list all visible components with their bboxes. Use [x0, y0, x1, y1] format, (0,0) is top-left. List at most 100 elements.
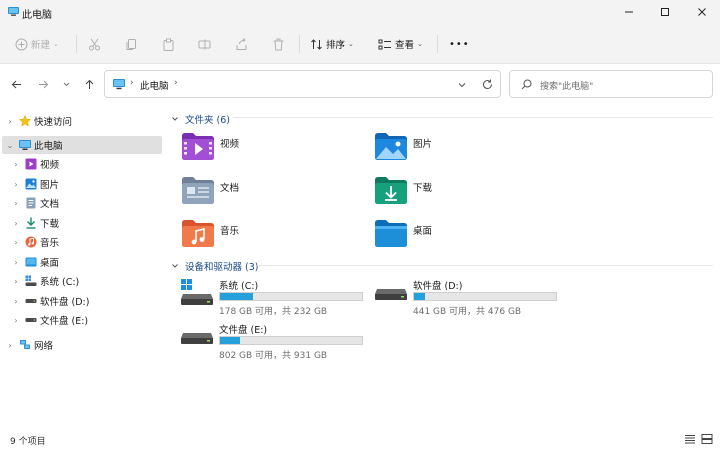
window-title: 此电脑 [22, 10, 52, 21]
plus-circle-icon [15, 38, 28, 50]
sidebar-item-label: 快速访问 [34, 117, 73, 128]
sidebar-item-videos[interactable]: › 视频 [2, 155, 162, 173]
chevron-right-icon[interactable]: › [12, 219, 20, 228]
sidebar-item-drive-e[interactable]: › 文件盘 (E:) [2, 311, 162, 329]
chevron-right-icon[interactable]: › [12, 277, 20, 286]
sidebar-item-drive-d[interactable]: › 软件盘 (D:) [2, 292, 162, 310]
sidebar-item-label: 桌面 [40, 258, 60, 269]
minimize-button[interactable] [611, 0, 647, 24]
sidebar-item-label: 图片 [40, 180, 60, 191]
address-bar[interactable]: › 此电脑 › [104, 70, 501, 98]
sidebar-item-label: 网络 [34, 341, 54, 352]
up-button[interactable] [81, 76, 97, 92]
chevron-right-icon[interactable]: › [12, 199, 20, 208]
cut-button[interactable] [88, 35, 101, 53]
sidebar-item-pictures[interactable]: › 图片 [2, 175, 162, 193]
chevron-down-icon [63, 82, 69, 86]
chevron-right-icon[interactable]: › [12, 258, 20, 267]
copy-icon [126, 38, 136, 50]
close-icon [698, 8, 706, 16]
search-placeholder: 搜索"此电脑" [540, 82, 594, 92]
sidebar-item-this-pc[interactable]: ⌄ 此电脑 [2, 136, 162, 154]
share-button[interactable] [235, 35, 248, 53]
drive-usage-bar [219, 292, 363, 301]
folder-label: 视频 [220, 139, 240, 150]
trash-icon [273, 38, 284, 50]
chevron-right-icon[interactable]: › [12, 180, 20, 189]
sidebar-item-downloads[interactable]: › 下载 [2, 214, 162, 232]
chevron-down-icon[interactable]: ⌄ [6, 141, 14, 150]
command-bar: 新建 ⌄ 排序 ⌄ 查看 ⌄ ••• [0, 24, 720, 64]
desktop-folder-icon [375, 220, 407, 247]
sidebar-item-desktop[interactable]: › 桌面 [2, 253, 162, 271]
this-pc-icon [19, 140, 31, 150]
copy-button[interactable] [125, 35, 138, 53]
drive-space-info: 441 GB 可用，共 476 GB [413, 307, 522, 317]
folder-label: 下载 [413, 183, 433, 194]
music-folder-icon [25, 236, 37, 248]
pictures-folder-icon [25, 178, 37, 190]
section-divider [257, 265, 713, 266]
refresh-icon[interactable] [482, 79, 493, 90]
sidebar-item-network[interactable]: › 网络 [2, 336, 162, 354]
video-folder-icon [25, 158, 37, 170]
section-title: 文件夹 (6) [185, 115, 230, 126]
back-button[interactable] [8, 76, 24, 92]
drive-usage-fill [414, 293, 425, 300]
search-box[interactable]: 搜索"此电脑" [509, 70, 713, 98]
recent-locations-button[interactable] [58, 76, 74, 92]
chevron-right-icon[interactable]: › [12, 297, 20, 306]
this-pc-icon [8, 7, 19, 16]
chevron-right-icon[interactable]: › [6, 117, 14, 126]
chevron-down-icon [172, 264, 178, 268]
sidebar-item-label: 音乐 [40, 238, 60, 249]
more-options-button[interactable]: ••• [449, 35, 470, 53]
paste-button[interactable] [162, 35, 175, 53]
maximize-button[interactable] [647, 0, 683, 24]
close-button[interactable] [684, 0, 720, 24]
view-list-icon [378, 39, 391, 49]
sidebar-item-documents[interactable]: › 文档 [2, 194, 162, 212]
view-button[interactable]: 查看 ⌄ [378, 35, 423, 53]
sidebar-item-music[interactable]: › 音乐 [2, 233, 162, 251]
folders-section-header[interactable]: 文件夹 (6) [171, 112, 230, 126]
title-bar: 此电脑 [0, 0, 720, 24]
chevron-right-icon[interactable]: › [12, 316, 20, 325]
arrow-left-icon [11, 80, 21, 88]
item-count: 9 个项目 [10, 437, 46, 447]
forward-button[interactable] [35, 76, 51, 92]
tiles-view-button[interactable] [701, 434, 713, 444]
content-pane: 文件夹 (6) 视频 图片 文档 下载 音乐 桌面 设备和驱动器 (3) 系统 … [165, 104, 720, 426]
this-pc-icon [113, 79, 125, 90]
drive-icon [25, 299, 37, 303]
video-folder-icon [182, 133, 214, 160]
view-label: 查看 [395, 40, 415, 51]
sort-button[interactable]: 排序 ⌄ [310, 35, 354, 53]
details-view-button[interactable] [684, 434, 696, 444]
network-icon [20, 340, 30, 349]
sidebar-item-quick-access[interactable]: › 快速访问 [2, 112, 162, 130]
breadcrumb-this-pc[interactable]: 此电脑 [140, 78, 169, 92]
chevron-right-icon[interactable]: › [12, 160, 20, 169]
sidebar-item-drive-c[interactable]: › 系统 (C:) [2, 272, 162, 290]
drives-section-header[interactable]: 设备和驱动器 (3) [171, 259, 258, 273]
sidebar-item-label: 此电脑 [34, 141, 63, 152]
minimize-icon [625, 11, 633, 13]
arrow-up-icon [85, 79, 93, 89]
chevron-down-icon[interactable] [457, 80, 467, 90]
chevron-right-icon[interactable]: › [6, 341, 14, 350]
new-label: 新建 [31, 40, 51, 51]
drive-name: 系统 (C:) [219, 281, 259, 292]
drive-usage-fill [220, 293, 253, 300]
drive-usage-bar [219, 336, 363, 345]
folder-label: 图片 [413, 139, 433, 150]
rename-button[interactable] [198, 35, 211, 53]
new-button[interactable]: 新建 ⌄ [15, 35, 59, 53]
maximize-icon [661, 8, 669, 16]
delete-button[interactable] [272, 35, 285, 53]
documents-folder-icon [26, 197, 36, 209]
documents-folder-icon [182, 177, 214, 204]
drive-icon [25, 318, 37, 322]
chevron-right-icon[interactable]: › [12, 238, 20, 247]
downloads-folder-icon [26, 217, 36, 229]
